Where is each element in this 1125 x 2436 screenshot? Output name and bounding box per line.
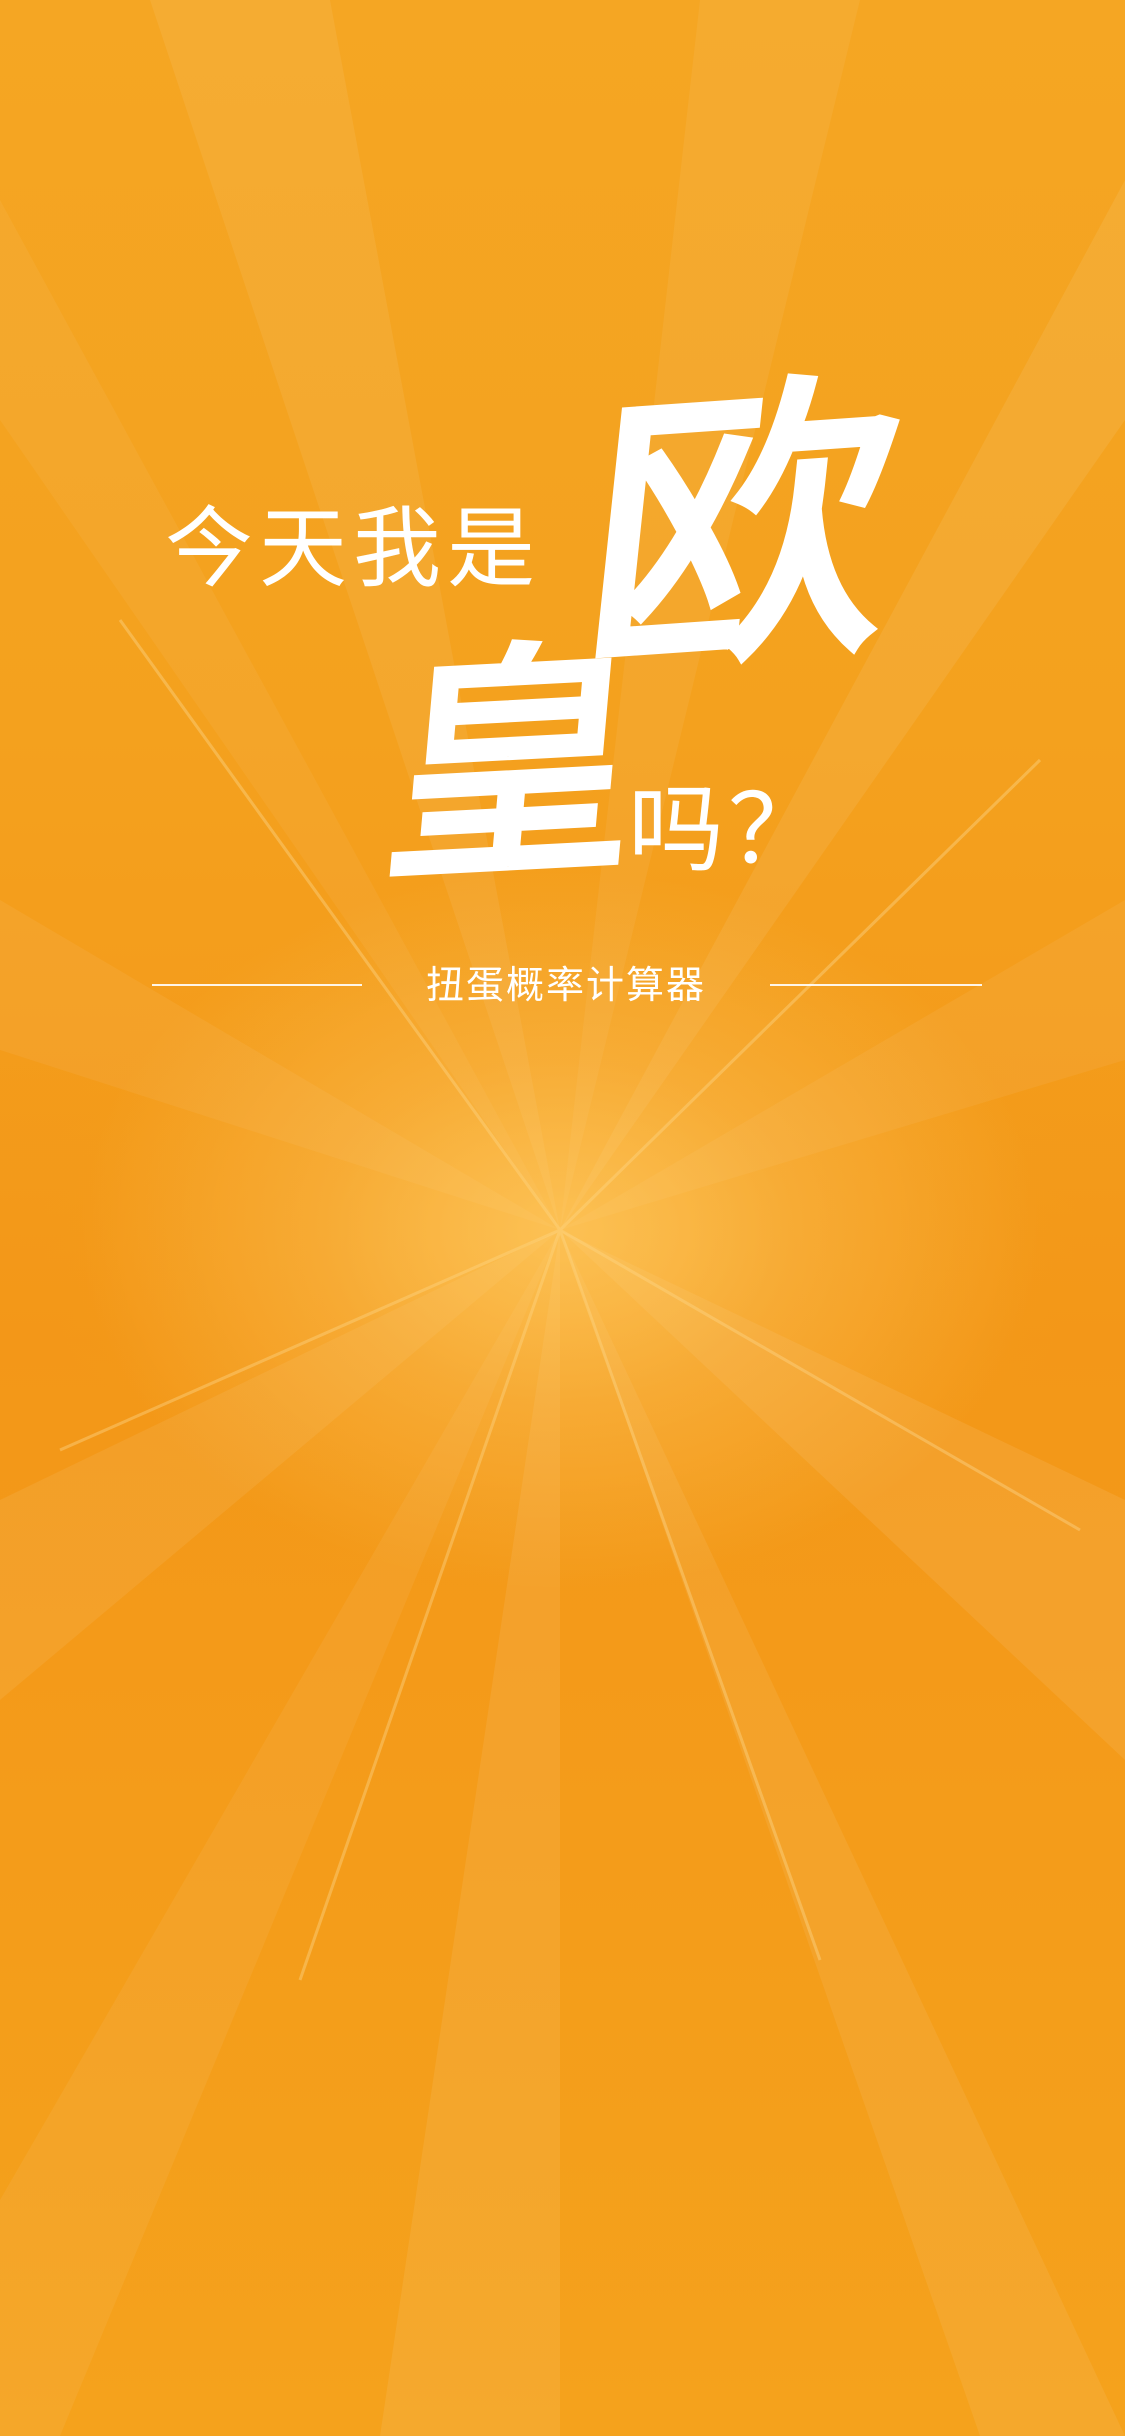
headline-line2: 吗？ xyxy=(628,774,828,886)
app-subtitle: 扭蛋概率计算器 xyxy=(425,963,706,1007)
headline-calligraphy-char-2: 皇 xyxy=(374,611,652,919)
divider-right xyxy=(770,984,982,986)
divider-left xyxy=(152,984,362,986)
headline-line1: 今天我是 xyxy=(165,497,542,600)
headline: 今天我是 欧 皇 吗？ xyxy=(0,0,1125,1100)
splash-screen: 今天我是 欧 皇 吗？ 扭蛋概率计算器 xyxy=(0,0,1125,2436)
subtitle-row: 扭蛋概率计算器 xyxy=(0,955,1125,1015)
